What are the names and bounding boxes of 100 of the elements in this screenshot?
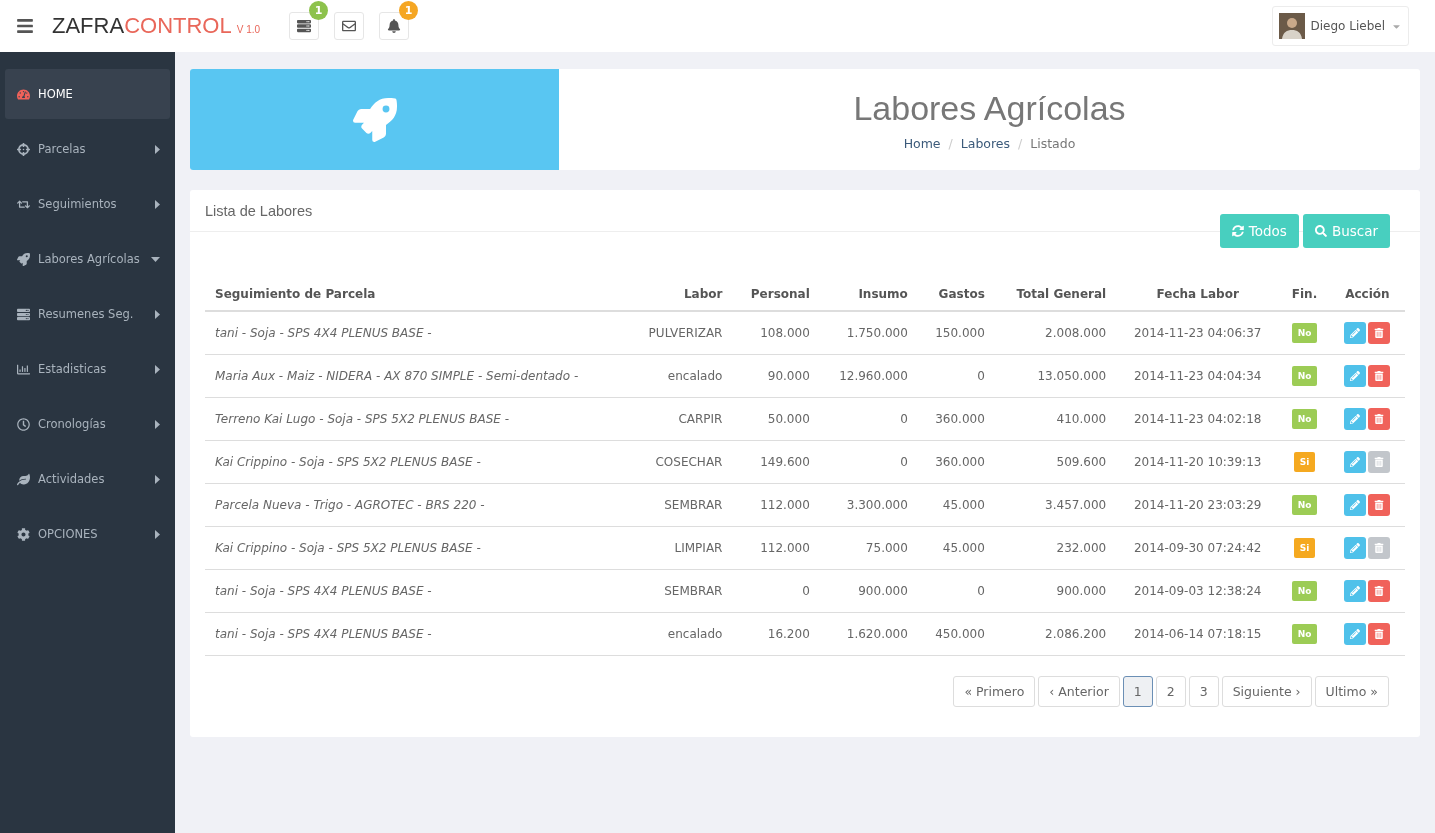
table-cell: PULVERIZAR [628,311,733,354]
sidebar-item[interactable]: Actividades [5,454,170,504]
pagination-button[interactable]: 3 [1188,675,1219,707]
delete-button[interactable] [1368,450,1391,473]
pencil-icon [1350,585,1361,596]
clock-icon [17,417,30,431]
status-badge: No [1291,623,1318,644]
mail-button[interactable] [334,12,365,40]
notifications-button[interactable] [379,12,410,40]
count-badge: 1 [309,1,329,20]
table-cell: 0 [917,354,995,397]
table-cell: 112.000 [732,483,820,526]
pagination-button[interactable]: « Primero [953,675,1036,707]
status-badge: Si [1293,537,1316,558]
app-logo: ZAFRACONTROL V 1.0 [52,13,261,39]
sidebar-item[interactable]: Seguimientos [5,179,170,229]
status-badge: Si [1293,451,1316,472]
table-cell: SEMBRAR [628,483,733,526]
pencil-icon [1350,370,1361,381]
delete-button[interactable] [1368,579,1391,602]
edit-button[interactable] [1344,579,1367,602]
table-cell: 0 [917,569,995,612]
search-icon [1314,225,1327,237]
pencil-icon [1350,628,1361,639]
delete-button[interactable] [1368,536,1391,559]
edit-button[interactable] [1344,622,1367,645]
sidebar-item[interactable]: Estadisticas [5,344,170,394]
settings-icon [17,527,30,541]
edit-button[interactable] [1344,364,1367,387]
pagination-button[interactable]: Siguiente › [1221,675,1312,707]
bar-chart-icon [17,362,30,376]
status-badge: No [1291,408,1318,429]
status-badge: No [1291,494,1318,515]
table-cell: 1.750.000 [819,311,918,354]
pencil-icon [1350,542,1361,553]
column-header: Acción [1329,278,1405,311]
table-cell: 2014-06-14 07:18:15 [1116,612,1280,655]
breadcrumb-link[interactable]: Labores [960,135,1011,151]
tasks-button[interactable] [289,12,320,40]
pagination-button[interactable]: ‹ Anterior [1038,675,1120,707]
table-cell: 360.000 [917,397,995,440]
pagination-button[interactable]: 2 [1155,675,1186,707]
delete-button[interactable] [1368,622,1391,645]
table-cell: 1.620.000 [819,612,918,655]
edit-button[interactable] [1344,321,1367,344]
rocket-icon [352,97,397,142]
table-cell: 2014-09-30 07:24:42 [1116,526,1280,569]
trash-icon [1374,327,1385,338]
leaf-icon [17,472,30,486]
table-cell: 75.000 [819,526,918,569]
mail-icon [342,19,357,33]
table-cell: 232.000 [994,526,1117,569]
table-cell: 2014-11-23 04:06:37 [1116,311,1280,354]
user-menu[interactable]: Diego Liebel [1271,6,1409,46]
sidebar-item[interactable]: OPCIONES [5,509,170,559]
table-cell: encalado [628,612,733,655]
delete-button[interactable] [1368,493,1391,516]
table-cell: 50.000 [732,397,820,440]
edit-button[interactable] [1344,407,1367,430]
edit-button[interactable] [1344,493,1367,516]
sidebar-item[interactable]: Resumenes Seg. [5,289,170,339]
sidebar-item[interactable]: HOME [5,69,170,119]
column-header: Gastos [917,278,995,311]
table-cell: tani - Soja - SPS 4X4 PLENUS BASE - [205,311,629,354]
menu-icon[interactable] [16,17,34,35]
table-cell: 2014-11-23 04:04:34 [1116,354,1280,397]
table-cell: Kai Crippino - Soja - SPS 5X2 PLENUS BASE - [205,526,629,569]
pagination-button[interactable]: 1 [1122,675,1153,707]
table-cell: 0 [819,397,918,440]
table-cell: tani - Soja - SPS 4X4 PLENUS BASE - [205,569,629,612]
table-cell: Terreno Kai Lugo - Soja - SPS 5X2 PLENUS BASE - [205,397,629,440]
bell-icon [387,19,402,33]
page-title: Labores Agrícolas [853,88,1126,128]
server-icon [297,19,312,33]
delete-button[interactable] [1368,364,1391,387]
table-cell: 900.000 [819,569,918,612]
table-cell: 360.000 [917,440,995,483]
table-cell: Maria Aux - Maiz - NIDERA - AX 870 SIMPLE - Semi-dentado - [205,354,629,397]
table-cell: encalado [628,354,733,397]
trash-icon [1374,413,1385,424]
pagination-button[interactable]: Ultimo » [1314,675,1389,707]
sidebar-item[interactable]: Cronologías [5,399,170,449]
trash-icon [1374,585,1385,596]
table-cell: Kai Crippino - Soja - SPS 5X2 PLENUS BASE - [205,440,629,483]
delete-button[interactable] [1368,321,1391,344]
edit-button[interactable] [1344,450,1367,473]
table-cell: 450.000 [917,612,995,655]
table-cell: LIMPIAR [628,526,733,569]
table-cell: 45.000 [917,526,995,569]
trash-icon [1374,542,1385,553]
table-cell: 90.000 [732,354,820,397]
edit-button[interactable] [1344,536,1367,559]
delete-button[interactable] [1368,407,1391,430]
sidebar-item[interactable]: Labores Agrícolas [5,234,170,284]
table-cell: 2.008.000 [994,311,1117,354]
sidebar-item[interactable]: Parcelas [5,124,170,174]
crosshair-icon [17,142,30,156]
breadcrumb-link[interactable]: Home [903,135,941,151]
table-cell: 3.300.000 [819,483,918,526]
pencil-icon [1350,499,1361,510]
